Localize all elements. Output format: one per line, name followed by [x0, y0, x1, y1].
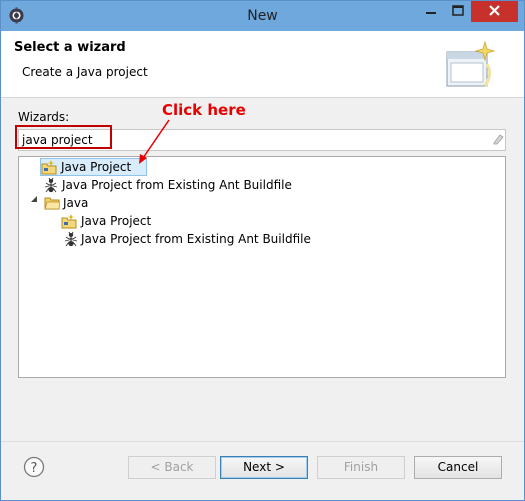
java-project-icon — [41, 160, 57, 175]
title-bar[interactable]: New — [1, 1, 524, 31]
tree-item-label: Java Project — [61, 160, 132, 174]
wizard-banner-icon — [446, 40, 496, 87]
finish-button[interactable]: Finish — [317, 456, 405, 479]
next-button[interactable]: Next > — [220, 456, 308, 479]
tree-item-label: Java — [63, 196, 89, 210]
maximize-button[interactable] — [445, 1, 471, 22]
maximize-icon — [452, 5, 464, 16]
tree-item-label: Java Project — [81, 214, 152, 228]
tree-item-ant-buildfile-nested[interactable]: Java Project from Existing Ant Buildfile — [19, 230, 503, 248]
expanded-triangle-icon[interactable] — [30, 195, 38, 203]
wizards-label: Wizards: — [18, 110, 70, 124]
java-project-icon — [61, 214, 77, 229]
clear-filter-icon[interactable] — [491, 132, 505, 146]
wizard-header: Select a wizard Create a Java project — [1, 31, 524, 98]
tree-folder-java[interactable]: Java — [19, 194, 503, 212]
ant-icon — [44, 177, 58, 193]
new-wizard-dialog: New Select a wizard Create a Java projec… — [0, 0, 525, 501]
minimize-icon — [426, 12, 436, 14]
ant-icon — [64, 231, 78, 247]
footer-separator — [1, 441, 524, 442]
header-title: Select a wizard — [14, 40, 126, 55]
tree-item-java-project[interactable]: Java Project — [19, 158, 503, 176]
folder-icon — [44, 197, 60, 210]
click-here-annotation: Click here — [162, 101, 246, 119]
header-subtitle: Create a Java project — [22, 65, 148, 79]
tree-item-label: Java Project from Existing Ant Buildfile — [62, 178, 292, 192]
tree-item-java-project-nested[interactable]: Java Project — [19, 212, 503, 230]
tree-item-ant-buildfile[interactable]: Java Project from Existing Ant Buildfile — [19, 176, 503, 194]
back-button[interactable]: < Back — [128, 456, 216, 479]
close-button[interactable] — [471, 1, 518, 22]
help-icon[interactable]: ? — [23, 456, 45, 478]
close-icon — [489, 5, 500, 16]
search-highlight-box — [15, 125, 112, 149]
wizard-tree[interactable]: Java Project Java Project from Existing … — [18, 156, 506, 378]
cancel-button[interactable]: Cancel — [414, 456, 502, 479]
tree-item-label: Java Project from Existing Ant Buildfile — [81, 232, 311, 246]
minimize-button[interactable] — [417, 1, 445, 22]
svg-text:?: ? — [31, 461, 38, 476]
